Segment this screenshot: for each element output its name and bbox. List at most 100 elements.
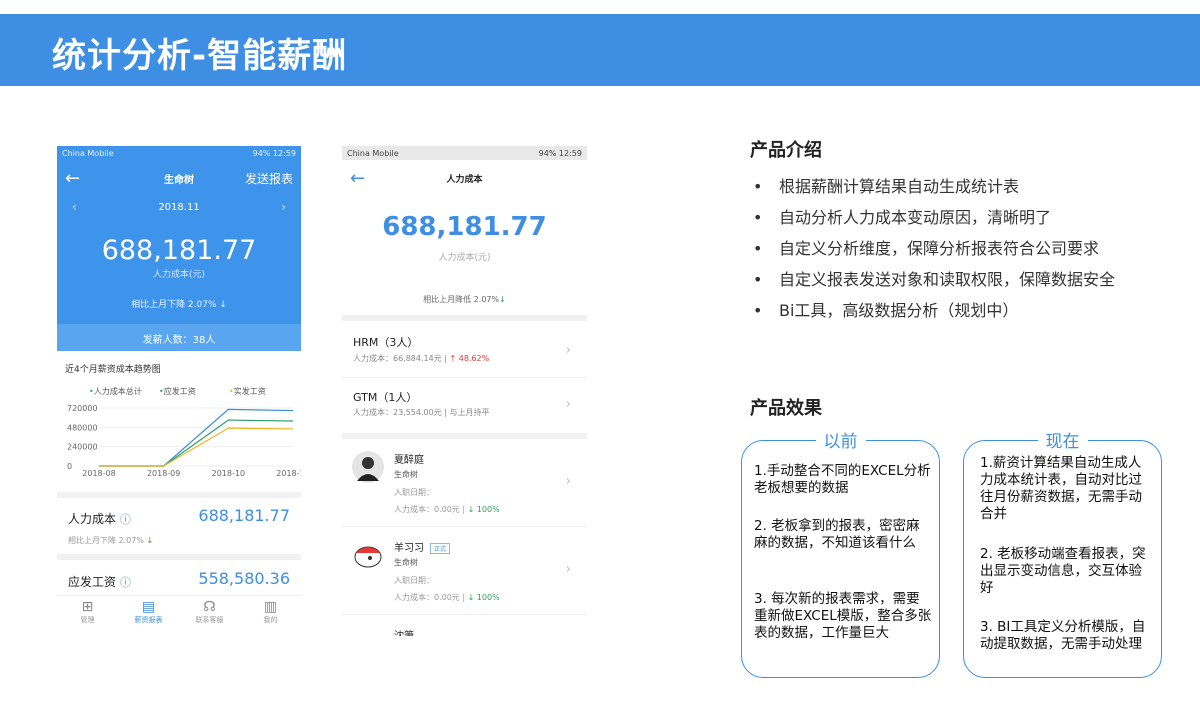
intro-heading: 产品介绍: [750, 140, 822, 161]
down-arrow-icon: ↓: [499, 295, 506, 304]
legend-label: 应发工资: [163, 387, 196, 396]
month-compare: 相比上月下降 2.07% ↓: [57, 297, 301, 310]
employee-company: 生命树: [394, 558, 418, 567]
headcount-label: 发薪人数：38人: [142, 335, 216, 346]
down-arrow-icon: ↓: [219, 300, 227, 310]
info-icon[interactable]: ⓘ: [120, 513, 131, 526]
send-report-button[interactable]: 发送报表: [245, 170, 293, 187]
cost-row-label: 人力成本 ⓘ: [68, 510, 131, 527]
tab-label: 我的: [263, 616, 278, 624]
now-title-text: 现在: [1037, 432, 1088, 452]
legend-item: •应发工资: [159, 387, 196, 396]
before-point: 3. 每次新的报表需求，需要重新做EXCEL模版，整合多张表的数据，工作量巨大: [754, 591, 932, 641]
now-point: 1.薪资计算结果自动生成人力成本统计表，自动对比过往月份薪资数据，无需手动合并: [980, 455, 1142, 522]
now-point: 2. 老板移动端查看报表，突出显示变动信息，交互体验好: [980, 546, 1146, 596]
cost-row-text: 人力成本: [68, 512, 117, 526]
info-icon[interactable]: ⓘ: [120, 576, 131, 589]
phone-screenshot-salary-report: China Mobile 94% 12:59 ← 生命树 发送报表 ‹ 2018…: [57, 146, 301, 636]
bottom-tab-bar: ⊞ 管理 ▤ 薪资报表 ☊ 联系客服 ▥ 我的: [57, 595, 301, 636]
month-compare-text: 相比上月下降 2.07%: [131, 300, 217, 310]
chevron-right-icon: ›: [565, 397, 571, 412]
legend-item: •实发工资: [229, 387, 266, 396]
x-tick-label: 2018-09: [147, 469, 180, 478]
status-right: 94% 12:59: [538, 149, 582, 158]
before-point: 1.手动整合不同的EXCEL分析老板想要的数据: [754, 463, 931, 496]
title-banner: 统计分析-智能薪酬: [0, 14, 1200, 86]
legend-label: 实发工资: [233, 387, 266, 396]
chart-title: 近4个月薪资成本趋势图: [65, 365, 161, 375]
status-right: 94% 12:59: [252, 149, 296, 158]
y-tick-label: 480000: [67, 423, 98, 432]
x-tick-label: 2018-08: [82, 469, 115, 478]
avatar: [352, 451, 384, 483]
report-icon: ▤: [141, 599, 156, 615]
before-point: 2. 老板拿到的报表，密密麻麻的数据，不知道该看什么: [754, 518, 920, 551]
employee-change: ↓ 100%: [467, 505, 500, 514]
document-icon: ▥: [263, 599, 278, 615]
page-title: 统计分析-智能薪酬: [52, 36, 348, 76]
tab-label: 薪资报表: [134, 616, 163, 624]
effect-heading: 产品效果: [750, 398, 822, 419]
employee-name: 夏醉庭: [394, 455, 424, 466]
intro-item: Bi工具，高级数据分析（规划中）: [753, 300, 1115, 331]
employee-join-date: 入职日期：: [394, 488, 434, 497]
series-line: [99, 408, 294, 467]
section-divider: [342, 315, 587, 321]
now-title: 现在: [963, 427, 1162, 452]
group-subtitle: 人力成本：23,554.00元 | 与上月持平: [353, 408, 490, 417]
divider: [342, 526, 587, 527]
cost-row-compare-text: 相比上月下降 2.07%: [68, 536, 144, 545]
group-change: ↑ 48.62%: [449, 354, 490, 363]
divider: [342, 614, 587, 615]
legend-label: 人力成本总计: [93, 387, 142, 396]
month-label: 2018.11: [158, 202, 200, 213]
trend-line-chart: 720000 480000 240000 0 2018-08 2018-09 2018-10…: [67, 404, 301, 478]
chevron-right-icon: ›: [565, 474, 571, 489]
employee-join-date: 入职日期：: [394, 576, 434, 585]
chevron-right-icon: ›: [565, 562, 571, 577]
total-cost-label: 人力成本(元): [438, 253, 491, 263]
group-cost-text: 人力成本：66,884.14元 |: [353, 354, 450, 363]
tab-support[interactable]: ☊ 联系客服: [179, 596, 240, 636]
salary-row-text: 应发工资: [68, 575, 117, 589]
group-title: GTM（1人）: [353, 391, 418, 404]
chevron-right-icon: ›: [565, 343, 571, 358]
status-bar: China Mobile 94% 12:59: [342, 146, 587, 160]
tab-salary-report[interactable]: ▤ 薪资报表: [118, 596, 179, 636]
before-title: 以前: [741, 427, 940, 452]
total-cost-value: 688,181.77: [101, 235, 257, 266]
intro-list: 根据薪酬计算结果自动生成统计表 自动分析人力成本变动原因，清晰明了 自定义分析维…: [753, 176, 1115, 331]
employee-cost-text: 人力成本：0.00元 |: [394, 505, 468, 514]
before-title-text: 以前: [815, 432, 866, 452]
section-divider: [57, 492, 301, 498]
screen-title: 人力成本: [446, 175, 483, 185]
x-tick-label: 2018-10: [212, 469, 245, 478]
y-tick-label: 240000: [67, 443, 98, 452]
x-tick-label: 2018-11: [276, 469, 301, 478]
now-point: 3. BI工具定义分析模版，自动提取数据，无需手动处理: [980, 619, 1146, 652]
phone-screenshot-labor-cost: China Mobile 94% 12:59 ← 人力成本 688,181.77…: [342, 146, 587, 636]
employee-cost: 人力成本：0.00元 | ↓ 100%: [394, 592, 500, 603]
employee-name: 羊习习 正式: [394, 539, 451, 554]
employee-name: 沈箫: [394, 627, 414, 636]
cartoon-avatar-icon: [354, 546, 382, 568]
cost-row-value: 688,181.77: [198, 506, 290, 525]
tab-mine[interactable]: ▥ 我的: [240, 596, 301, 636]
employee-company: 生命树: [394, 470, 418, 479]
month-compare-text: 相比上月降低 2.07%: [423, 295, 500, 304]
intro-item: 自定义分析维度，保障分析报表符合公司要求: [753, 238, 1115, 269]
cost-row-compare: 相比上月下降 2.07% ↓: [68, 535, 153, 546]
employee-name-text: 羊习习: [394, 543, 424, 554]
divider: [342, 377, 587, 378]
y-tick-label: 720000: [67, 404, 98, 413]
carrier-label: China Mobile: [347, 149, 399, 158]
section-divider: [342, 433, 587, 439]
tab-label: 管理: [80, 616, 95, 624]
legend-item: •人力成本总计: [89, 387, 142, 396]
group-subtitle: 人力成本：66,884.14元 | ↑ 48.62%: [353, 353, 489, 364]
intro-item: 根据薪酬计算结果自动生成统计表: [753, 176, 1115, 207]
tab-manage[interactable]: ⊞ 管理: [57, 596, 118, 636]
next-month-chevron-icon[interactable]: ›: [281, 200, 286, 214]
grid-icon: ⊞: [81, 599, 94, 615]
group-title: HRM（3人）: [353, 336, 419, 349]
